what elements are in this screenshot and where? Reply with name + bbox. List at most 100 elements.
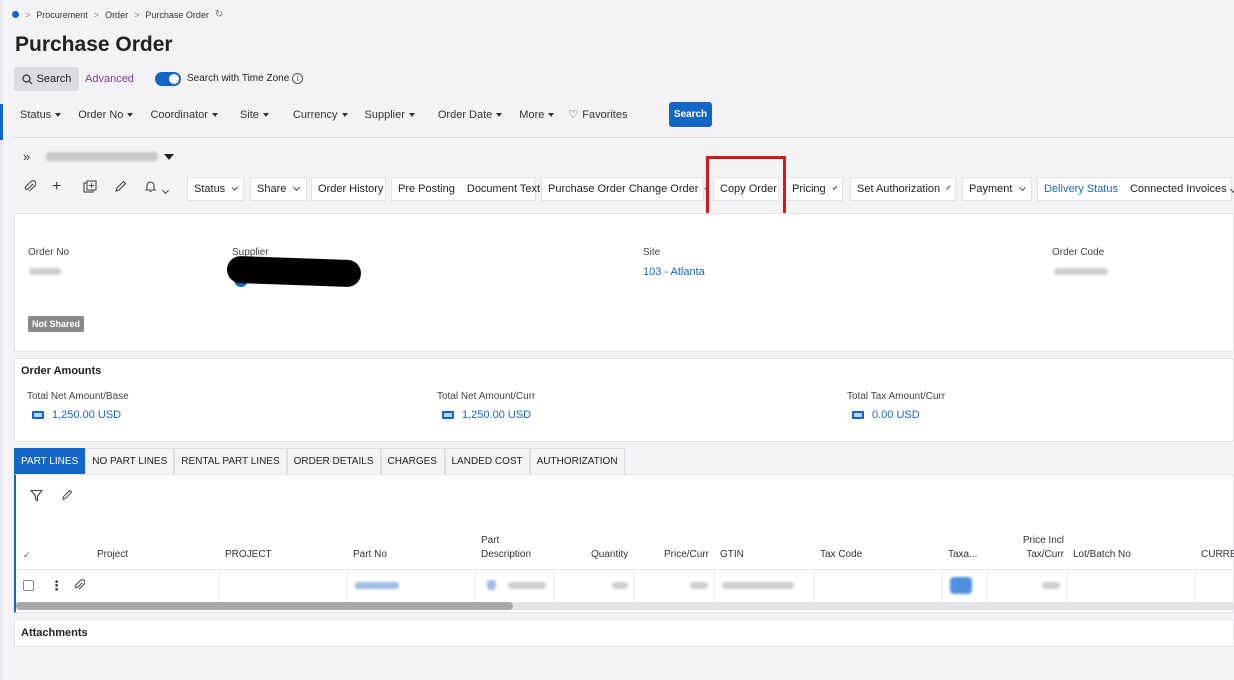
payment-menu-button[interactable]: Payment xyxy=(962,177,1032,201)
money-icon xyxy=(32,411,44,419)
advanced-link[interactable]: Advanced xyxy=(85,73,134,85)
attachments-title: Attachments xyxy=(21,627,88,639)
left-edge xyxy=(0,0,3,680)
tab-landed-cost[interactable]: LANDED COST xyxy=(444,448,530,474)
gtin-cell xyxy=(722,582,794,589)
delivery-status-button[interactable]: Delivery Status xyxy=(1044,183,1118,195)
total-tax-curr-value[interactable]: 0.00 USD xyxy=(852,409,920,421)
edit-pencil-icon[interactable] xyxy=(61,489,73,504)
filter-bar: Status Order No Coordinator Site Currenc… xyxy=(20,108,644,122)
filter-coordinator[interactable]: Coordinator xyxy=(150,108,218,121)
caret-down-icon xyxy=(262,112,269,117)
tab-charges[interactable]: CHARGES xyxy=(380,448,445,474)
order-amounts-title: Order Amounts xyxy=(21,365,102,377)
part-no-cell[interactable] xyxy=(355,582,399,589)
column-header-price-curr[interactable]: Price/Curr xyxy=(664,548,709,562)
cell-separator xyxy=(475,570,476,601)
connected-invoices-button[interactable]: Connected Invoices xyxy=(1130,183,1234,195)
cell-separator xyxy=(814,570,815,601)
info-icon[interactable]: i xyxy=(292,73,304,84)
breadcrumb-order[interactable]: Order xyxy=(105,10,128,20)
status-menu-button[interactable]: Status xyxy=(187,177,244,201)
column-header-project-upper[interactable]: PROJECT xyxy=(225,548,272,562)
row-divider xyxy=(16,569,1234,570)
pre-posting-button[interactable]: Pre Posting xyxy=(398,183,455,195)
button-label: Payment xyxy=(969,183,1013,195)
record-selector-value[interactable] xyxy=(46,152,158,161)
heart-icon: ♡ xyxy=(568,109,579,121)
price-curr-cell xyxy=(690,582,708,589)
search-icon xyxy=(21,73,32,84)
filter-funnel-icon[interactable] xyxy=(29,489,44,505)
refresh-icon[interactable]: ↻ xyxy=(215,9,223,20)
tab-rental-part-lines[interactable]: RENTAL PART LINES xyxy=(174,448,287,474)
column-header-part-description[interactable]: Part Description xyxy=(481,534,541,562)
column-header-project[interactable]: Project xyxy=(97,548,128,562)
column-header-lot-batch-no[interactable]: Lot/Batch No xyxy=(1073,548,1131,562)
scrollbar-thumb[interactable] xyxy=(16,602,513,610)
more-vertical-icon[interactable]: ⋮ xyxy=(50,578,63,594)
home-dot-icon[interactable] xyxy=(12,11,19,18)
tab-part-lines[interactable]: PART LINES xyxy=(14,448,86,474)
taxable-toggle[interactable] xyxy=(950,577,972,594)
bell-icon[interactable] xyxy=(144,180,157,196)
duplicate-icon[interactable] xyxy=(83,180,97,197)
set-authorization-button[interactable]: Set Authorization xyxy=(850,177,956,201)
double-chevron-right-icon[interactable]: » xyxy=(23,149,30,164)
filter-label: Supplier xyxy=(364,108,405,121)
column-header-part-no[interactable]: Part No xyxy=(353,548,387,562)
tab-no-part-lines[interactable]: NO PART LINES xyxy=(85,448,175,474)
filter-more[interactable]: More xyxy=(519,109,555,121)
page-title: Purchase Order xyxy=(15,33,173,56)
filter-site[interactable]: Site xyxy=(240,109,269,121)
column-header-taxable[interactable]: Taxa... xyxy=(948,548,977,562)
column-header-price-incl-tax[interactable]: Price Incl Tax/Curr xyxy=(1020,534,1064,562)
purchase-order-change-order-button[interactable]: Purchase Order Change Order xyxy=(541,177,710,201)
total-net-base-value[interactable]: 1,250.00 USD xyxy=(32,409,121,421)
document-text-button[interactable]: Document Text xyxy=(467,183,540,195)
chevron-down-icon[interactable] xyxy=(161,184,170,196)
filter-label: Coordinator xyxy=(150,108,208,121)
order-header-panel xyxy=(14,213,1234,352)
timezone-toggle[interactable] xyxy=(155,72,181,86)
filter-search-button[interactable]: Search xyxy=(669,102,712,127)
filter-accent xyxy=(0,104,3,140)
paperclip-icon[interactable] xyxy=(74,579,86,595)
chevron-down-icon xyxy=(1229,185,1234,194)
paperclip-icon[interactable] xyxy=(24,180,37,197)
tab-authorization[interactable]: AUTHORIZATION xyxy=(529,448,625,474)
edit-pencil-icon[interactable] xyxy=(114,180,127,196)
caret-down-icon xyxy=(408,112,415,117)
attachments-panel[interactable] xyxy=(14,619,1234,647)
amount-text: 1,250.00 USD xyxy=(52,409,122,421)
total-net-curr-value[interactable]: 1,250.00 USD xyxy=(442,409,531,421)
delivery-invoices-group: Delivery Status Connected Invoices xyxy=(1037,177,1234,201)
pricing-menu-button[interactable]: Pricing xyxy=(785,177,843,201)
row-select-checkbox[interactable] xyxy=(23,580,34,591)
filter-currency[interactable]: Currency xyxy=(293,109,348,121)
order-code-value xyxy=(1054,268,1108,275)
search-mode-button[interactable]: Search xyxy=(14,67,79,91)
cell-separator xyxy=(1195,570,1196,601)
filter-label: Currency xyxy=(292,108,338,121)
tab-order-details[interactable]: ORDER DETAILS xyxy=(286,448,381,474)
favorites-button[interactable]: ♡ Favorites xyxy=(568,108,627,122)
site-link[interactable]: 103 - Atlanta xyxy=(643,266,705,278)
share-menu-button[interactable]: Share xyxy=(250,177,307,201)
select-all-check-icon[interactable]: ✓ xyxy=(23,550,31,561)
column-header-tax-code[interactable]: Tax Code xyxy=(820,548,862,562)
filter-status[interactable]: Status xyxy=(20,109,62,121)
chevron-right-icon: > xyxy=(25,9,31,20)
column-header-gtin[interactable]: GTIN xyxy=(720,548,744,562)
filter-order-no[interactable]: Order No xyxy=(78,109,134,121)
money-icon xyxy=(852,411,864,419)
button-label: Share xyxy=(257,183,287,195)
add-icon[interactable]: + xyxy=(52,178,61,196)
filter-order-date[interactable]: Order Date xyxy=(438,109,503,121)
caret-down-icon[interactable] xyxy=(164,154,174,160)
breadcrumb-procurement[interactable]: Procurement xyxy=(36,10,88,20)
column-header-currency[interactable]: CURREN xyxy=(1201,548,1234,562)
column-header-quantity[interactable]: Quantity xyxy=(591,548,628,562)
filter-supplier[interactable]: Supplier xyxy=(365,109,415,121)
order-history-button[interactable]: Order History xyxy=(311,177,386,201)
